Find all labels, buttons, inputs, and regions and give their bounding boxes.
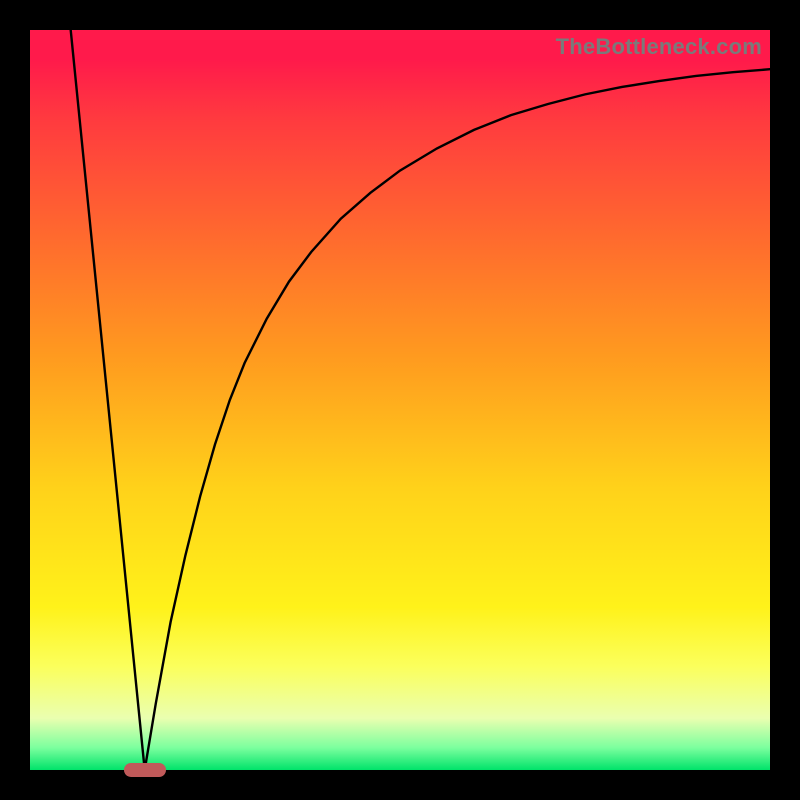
chart-curves <box>30 30 770 770</box>
cusp-marker <box>124 763 166 777</box>
right-branch-curve <box>145 69 770 770</box>
plot-area: TheBottleneck.com <box>30 30 770 770</box>
chart-frame: TheBottleneck.com <box>0 0 800 800</box>
left-branch-curve <box>71 30 145 770</box>
